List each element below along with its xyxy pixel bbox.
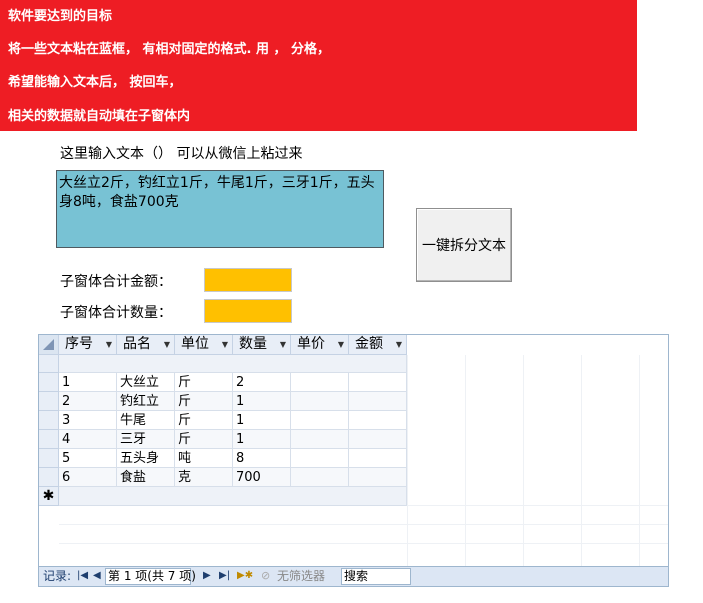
banner-line-2: 将一些文本粘在蓝框， 有相对固定的格式. 用 ， 分格， [8, 42, 331, 57]
cell-unit[interactable]: 斤 [175, 392, 233, 411]
select-all-corner[interactable] [39, 335, 59, 355]
cell-quantity[interactable]: 700 [233, 468, 291, 487]
column-header-label: 序号 [65, 336, 93, 352]
cell-price[interactable] [291, 392, 349, 411]
column-header-label: 单价 [297, 336, 325, 352]
column-header-quantity[interactable]: 数量 ▼ [233, 335, 291, 355]
new-record-row[interactable] [59, 487, 407, 506]
filter-icon[interactable]: ⊘ [261, 567, 270, 585]
text-input[interactable]: 大丝立2斤，钓红立1斤，牛尾1斤，三牙1斤，五头身8吨，食盐700克 [56, 170, 384, 248]
grid-line [407, 355, 408, 567]
column-header-label: 品名 [123, 336, 151, 352]
cell-price[interactable] [291, 411, 349, 430]
grid-line [523, 355, 524, 567]
grid-line [465, 355, 466, 567]
cell-quantity[interactable]: 1 [233, 392, 291, 411]
banner-line-4: 相关的数据就自动填在子窗体内 [8, 109, 191, 124]
grid-line [581, 355, 582, 567]
row-selector[interactable] [39, 411, 59, 430]
dropdown-arrow-icon[interactable]: ▼ [396, 335, 402, 354]
cell-amount[interactable] [349, 430, 407, 449]
grid-line [59, 543, 668, 544]
first-record-icon[interactable]: |◀ [77, 567, 88, 585]
column-header-unit[interactable]: 单位 ▼ [175, 335, 233, 355]
cell-index[interactable]: 2 [59, 392, 117, 411]
next-record-icon[interactable]: ▶ [203, 567, 211, 585]
column-header-price[interactable]: 单价 ▼ [291, 335, 349, 355]
row-selector[interactable] [39, 355, 59, 373]
cell-name[interactable]: 牛尾 [117, 411, 175, 430]
cell-name[interactable]: 钓红立 [117, 392, 175, 411]
cell-index[interactable]: 6 [59, 468, 117, 487]
new-record-icon[interactable]: ▶✱ [237, 567, 253, 585]
column-header-index[interactable]: 序号 ▼ [59, 335, 117, 355]
split-text-button[interactable]: 一键拆分文本 [416, 208, 512, 282]
cell-name[interactable]: 五头身 [117, 449, 175, 468]
banner-line-3: 希望能输入文本后， 按回车， [8, 75, 182, 90]
cell-index[interactable]: 3 [59, 411, 117, 430]
dropdown-arrow-icon[interactable]: ▼ [106, 335, 112, 354]
amount-total-label: 子窗体合计金额： [60, 274, 172, 290]
column-header-label: 金额 [355, 336, 383, 352]
column-header-amount[interactable]: 金额 ▼ [349, 335, 407, 355]
filter-status[interactable]: 无筛选器 [277, 567, 325, 585]
cell-amount[interactable] [349, 449, 407, 468]
cell-amount[interactable] [349, 392, 407, 411]
banner-line-1: 软件要达到的目标 [8, 9, 113, 24]
row-selector[interactable] [39, 468, 59, 487]
cell-unit[interactable]: 克 [175, 468, 233, 487]
cell-price[interactable] [291, 449, 349, 468]
record-navigator: 记录: |◀ ◀ 第 1 项(共 7 项) ▶ ▶| ▶✱ ⊘ 无筛选器 搜索 [39, 566, 668, 586]
cell-unit[interactable]: 斤 [175, 411, 233, 430]
quantity-total-field[interactable] [204, 299, 292, 323]
row-selector[interactable] [39, 373, 59, 392]
instruction-banner: 软件要达到的目标 将一些文本粘在蓝框， 有相对固定的格式. 用 ， 分格， 希望… [0, 0, 637, 131]
cell-index[interactable]: 5 [59, 449, 117, 468]
cell-price[interactable] [291, 373, 349, 392]
column-header-label: 单位 [181, 336, 209, 352]
amount-total-field[interactable] [204, 268, 292, 292]
cell-amount[interactable] [349, 468, 407, 487]
row-selector[interactable] [39, 449, 59, 468]
cell-price[interactable] [291, 468, 349, 487]
cell-index[interactable]: 1 [59, 373, 117, 392]
cell-amount[interactable] [349, 411, 407, 430]
record-label: 记录: [43, 569, 72, 583]
cell-quantity[interactable]: 1 [233, 411, 291, 430]
blank-row [59, 355, 407, 373]
row-selector[interactable] [39, 430, 59, 449]
previous-record-icon[interactable]: ◀ [93, 567, 101, 585]
cell-unit[interactable]: 斤 [175, 430, 233, 449]
cell-name[interactable]: 三牙 [117, 430, 175, 449]
dropdown-arrow-icon[interactable]: ▼ [338, 335, 344, 354]
cell-name[interactable]: 大丝立 [117, 373, 175, 392]
cell-quantity[interactable]: 8 [233, 449, 291, 468]
subform-datasheet: 序号 ▼ 品名 ▼ 单位 ▼ 数量 ▼ 单价 ▼ 金额 ▼ 1 大丝立斤 2 2 钓红立斤 1 3 牛尾斤… [38, 334, 669, 587]
dropdown-arrow-icon[interactable]: ▼ [280, 335, 286, 354]
last-record-icon[interactable]: ▶| [219, 567, 230, 585]
quantity-total-label: 子窗体合计数量： [60, 305, 172, 321]
cell-name[interactable]: 食盐 [117, 468, 175, 487]
cell-unit[interactable]: 斤 [175, 373, 233, 392]
column-header-label: 数量 [239, 336, 267, 352]
cell-quantity[interactable]: 2 [233, 373, 291, 392]
cell-price[interactable] [291, 430, 349, 449]
input-label: 这里输入文本（） 可以从微信上粘过来 [60, 146, 303, 162]
dropdown-arrow-icon[interactable]: ▼ [222, 335, 228, 354]
row-selector[interactable] [39, 392, 59, 411]
cell-quantity[interactable]: 1 [233, 430, 291, 449]
column-header-name[interactable]: 品名 ▼ [117, 335, 175, 355]
new-record-selector[interactable]: ✱ [39, 487, 59, 506]
grid-line [639, 355, 640, 567]
record-position-field[interactable]: 第 1 项(共 7 项) [105, 568, 196, 585]
cell-amount[interactable] [349, 373, 407, 392]
dropdown-arrow-icon[interactable]: ▼ [164, 335, 170, 354]
grid-line [59, 524, 668, 525]
cell-index[interactable]: 4 [59, 430, 117, 449]
search-input[interactable]: 搜索 [341, 568, 411, 585]
cell-unit[interactable]: 吨 [175, 449, 233, 468]
